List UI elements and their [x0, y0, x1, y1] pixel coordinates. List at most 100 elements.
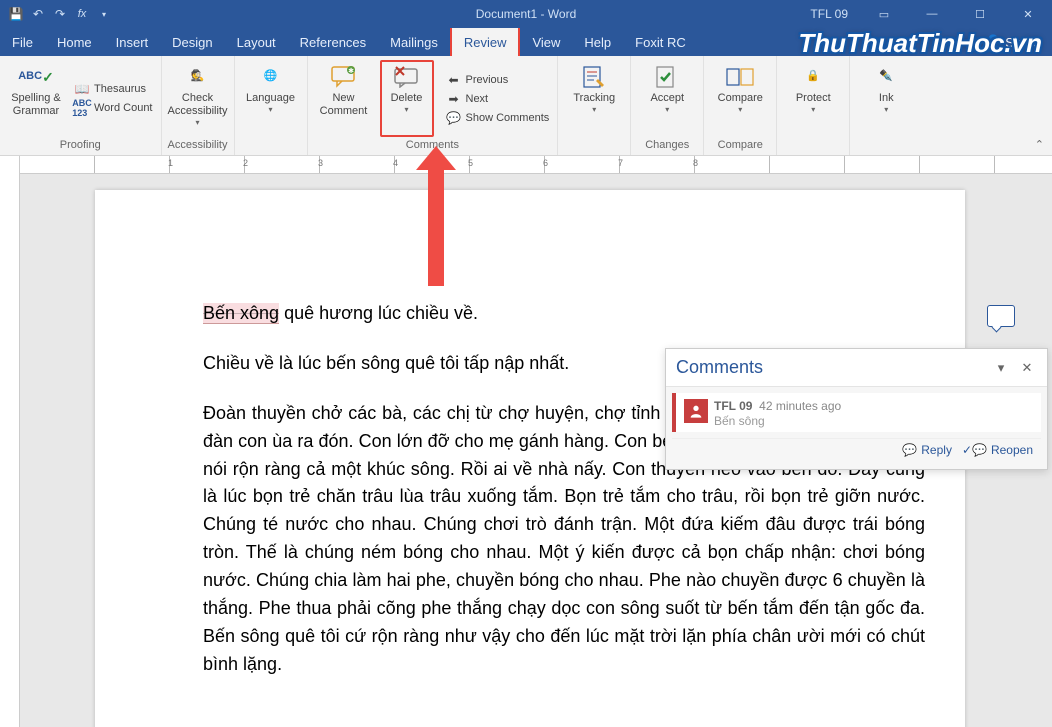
tab-home[interactable]: Home	[45, 28, 104, 56]
save-icon[interactable]: 💾	[8, 6, 24, 22]
comments-pane-title: Comments	[676, 357, 763, 378]
protect-button[interactable]: 🔒 Protect ▾	[783, 60, 843, 137]
tab-file[interactable]: File	[0, 28, 45, 56]
next-comment-button[interactable]: ➡Next	[444, 90, 552, 108]
delete-comment-icon	[391, 64, 423, 90]
minimize-button[interactable]: —	[912, 0, 952, 28]
chevron-down-icon: ▾	[404, 105, 408, 115]
close-button[interactable]: ✕	[1008, 0, 1048, 28]
svg-text:✱: ✱	[348, 67, 354, 75]
compare-label: Compare	[718, 92, 763, 105]
previous-icon: ⬅	[446, 72, 462, 88]
group-label-ink	[856, 139, 916, 151]
tab-layout[interactable]: Layout	[225, 28, 288, 56]
comment-time: 42 minutes ago	[759, 399, 841, 413]
tab-review[interactable]: Review	[450, 26, 521, 56]
group-comments: ✱ New Comment Delete ▾ ⬅ Previous ➡Next 💬…	[308, 56, 559, 155]
show-comments-button[interactable]: 💬 Show Comments	[444, 109, 552, 127]
ink-button[interactable]: ✒️ Ink ▾	[856, 60, 916, 137]
comment-actions: 💬 Reply ✓💬Reopen	[672, 438, 1041, 463]
check-accessibility-button[interactable]: 🕵️ Check Accessibility ▾	[168, 60, 228, 137]
commented-text[interactable]: Bến xông	[203, 303, 279, 324]
tracking-button[interactable]: Tracking ▾	[564, 60, 624, 137]
ruler-num: 7	[618, 158, 623, 168]
pen-icon: ✒️	[870, 64, 902, 90]
new-comment-button[interactable]: ✱ New Comment	[314, 60, 374, 137]
ribbon-options-icon[interactable]: ▭	[864, 0, 904, 28]
group-label-comments: Comments	[314, 139, 552, 151]
horizontal-ruler[interactable]: 1 2 3 4 5 6 7 8	[20, 156, 1052, 174]
delete-comment-button[interactable]: Delete ▾	[380, 60, 434, 137]
group-accessibility: 🕵️ Check Accessibility ▾ Accessibility	[162, 56, 235, 155]
maximize-button[interactable]: ☐	[960, 0, 1000, 28]
redo-icon[interactable]: ↷	[52, 6, 68, 22]
ruler-num: 6	[543, 158, 548, 168]
group-label-language	[241, 139, 301, 151]
chevron-down-icon: ▾	[811, 105, 815, 115]
ribbon: ABC✓ Spelling & Grammar 📖Thesaurus ABC12…	[0, 56, 1052, 156]
group-label-protect	[783, 139, 843, 151]
reopen-label: Reopen	[991, 443, 1033, 457]
wordcount-button[interactable]: ABC123 Word Count	[72, 99, 155, 117]
customize-qat-icon[interactable]: ▾	[96, 6, 112, 22]
dropdown-icon[interactable]: ▾	[991, 358, 1011, 378]
group-label-tracking	[564, 139, 624, 151]
collapse-ribbon-icon[interactable]: ⌃	[1027, 134, 1052, 155]
ruler-num: 4	[393, 158, 398, 168]
show-comments-icon: 💬	[446, 110, 462, 126]
reopen-button[interactable]: ✓💬Reopen	[962, 443, 1033, 457]
group-proofing: ABC✓ Spelling & Grammar 📖Thesaurus ABC12…	[0, 56, 162, 155]
ink-label: Ink	[879, 92, 894, 105]
group-tracking: Tracking ▾	[558, 56, 631, 155]
new-comment-label: New Comment	[314, 92, 374, 118]
chevron-down-icon: ▾	[738, 105, 742, 115]
fx-icon[interactable]: fx	[74, 6, 90, 22]
tab-design[interactable]: Design	[160, 28, 224, 56]
show-comments-label: Show Comments	[466, 112, 550, 124]
title-bar: 💾 ↶ ↷ fx ▾ Document1 - Word TFL 09 ▭ — ☐…	[0, 0, 1052, 28]
globe-icon: 🌐	[255, 64, 287, 90]
spelling-label: Spelling & Grammar	[6, 92, 66, 118]
text-span: quê hương lúc chiều về.	[279, 303, 478, 323]
thesaurus-button[interactable]: 📖Thesaurus	[72, 80, 155, 98]
share-label: Share	[1005, 35, 1040, 50]
comment-item[interactable]: TFL 09 42 minutes ago Bến sông	[672, 393, 1041, 432]
wordcount-icon: ABC123	[74, 100, 90, 116]
vertical-ruler[interactable]	[0, 156, 20, 727]
undo-icon[interactable]: ↶	[30, 6, 46, 22]
tab-help[interactable]: Help	[572, 28, 623, 56]
previous-comment-button[interactable]: ⬅ Previous	[444, 71, 552, 89]
window-title: Document1 - Word	[476, 7, 576, 21]
close-pane-button[interactable]: ✕	[1017, 358, 1037, 378]
reply-label: Reply	[921, 443, 952, 457]
next-icon: ➡	[446, 91, 462, 107]
lock-icon: 🔒	[797, 64, 829, 90]
tab-insert[interactable]: Insert	[104, 28, 161, 56]
spelling-grammar-button[interactable]: ABC✓ Spelling & Grammar	[6, 60, 66, 137]
compare-icon	[724, 64, 756, 90]
reply-button[interactable]: 💬 Reply	[902, 443, 952, 457]
tab-view[interactable]: View	[520, 28, 572, 56]
comment-text: Bến sông	[714, 414, 841, 428]
comment-marker-icon[interactable]	[987, 305, 1015, 327]
wordcount-label: Word Count	[94, 102, 153, 114]
reply-icon: 💬	[902, 443, 917, 457]
group-compare: Compare ▾ Compare	[704, 56, 777, 155]
accept-button[interactable]: Accept ▾	[637, 60, 697, 137]
chevron-down-icon: ▾	[665, 105, 669, 115]
ruler-num: 5	[468, 158, 473, 168]
group-ink: ✒️ Ink ▾	[850, 56, 922, 155]
user-name[interactable]: TFL 09	[810, 7, 856, 21]
tab-mailings[interactable]: Mailings	[378, 28, 450, 56]
language-button[interactable]: 🌐 Language ▾	[241, 60, 301, 137]
tab-references[interactable]: References	[288, 28, 378, 56]
new-comment-icon: ✱	[328, 64, 360, 90]
previous-label: Previous	[466, 74, 509, 86]
compare-button[interactable]: Compare ▾	[710, 60, 770, 137]
group-label-changes: Changes	[637, 139, 697, 151]
tab-foxit[interactable]: Foxit RC	[623, 28, 698, 56]
share-button[interactable]: 👤 Share	[973, 34, 1052, 50]
quick-access-toolbar: 💾 ↶ ↷ fx ▾	[0, 0, 120, 28]
accessibility-label: Check Accessibility	[168, 92, 228, 118]
comments-pane-header: Comments ▾ ✕	[666, 349, 1047, 387]
